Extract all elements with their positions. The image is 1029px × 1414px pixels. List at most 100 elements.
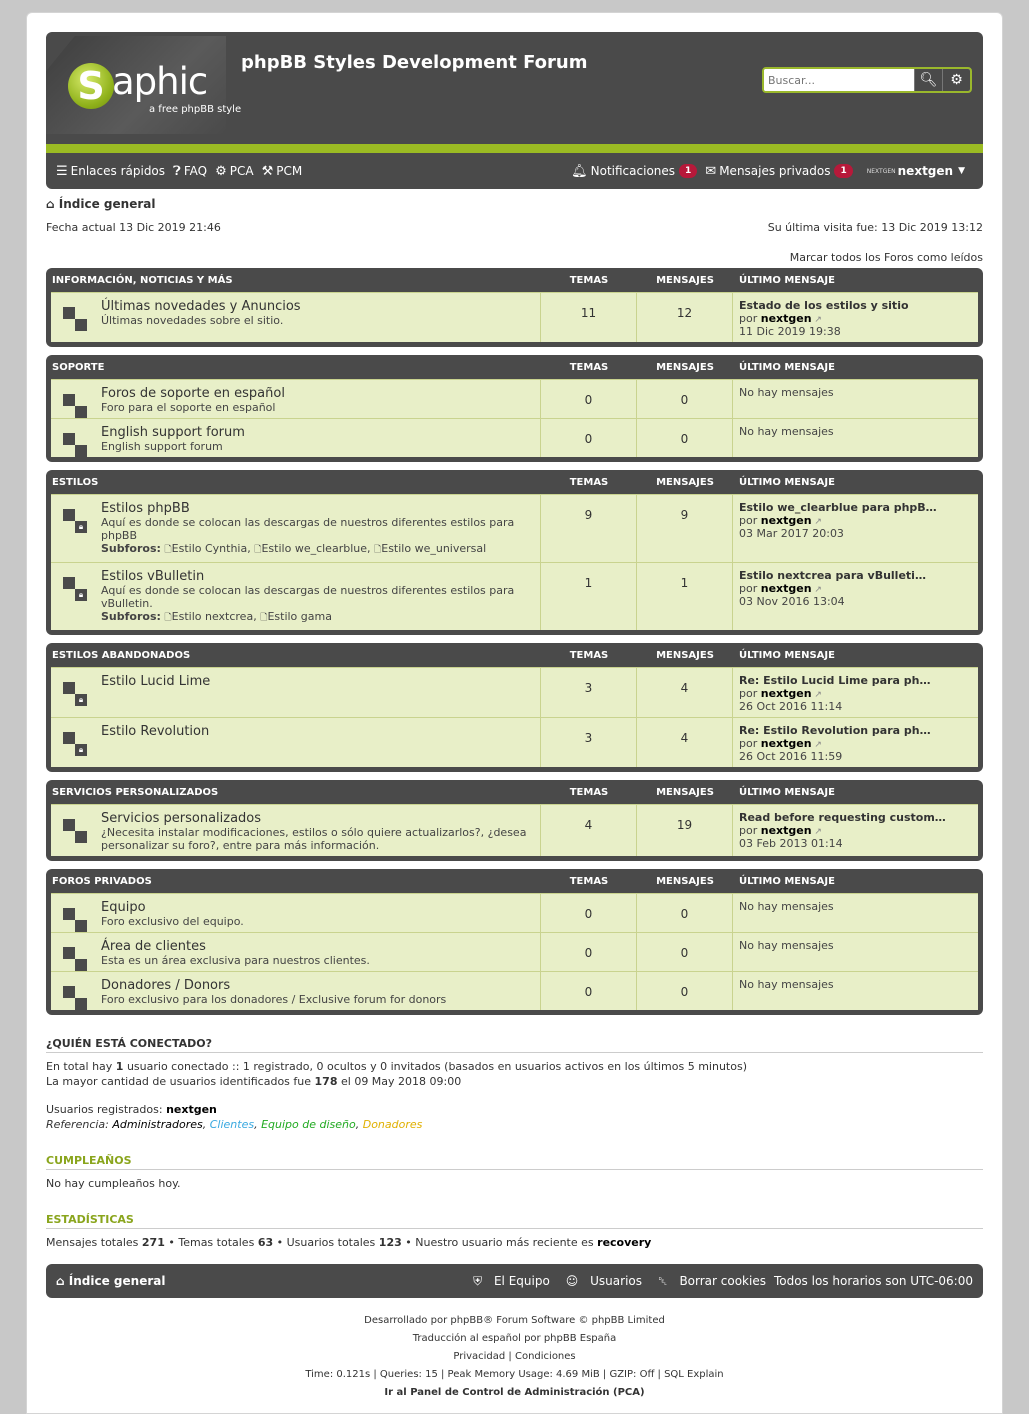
- user-menu[interactable]: NEXTGEN nextgen ▼: [861, 164, 965, 178]
- forum-title-link[interactable]: Estilo Revolution: [101, 724, 532, 739]
- gavel-icon: ⚒: [261, 163, 274, 179]
- site-header: S aphic a free phpBB style phpBB Styles …: [46, 32, 983, 144]
- footer-index-link[interactable]: ⌂ Índice general: [56, 1274, 165, 1288]
- category-title[interactable]: FOROS PRIVADOS: [51, 876, 541, 887]
- column-posts: MENSAJES: [656, 361, 714, 373]
- goto-post-icon[interactable]: ↗: [812, 517, 822, 527]
- author-link[interactable]: nextgen: [761, 687, 812, 700]
- column-topics: TEMAS: [569, 274, 609, 286]
- last-post-title[interactable]: Estilo we_clearblue para phpB…: [739, 501, 972, 514]
- forum-title-link[interactable]: Estilos phpBB: [101, 501, 532, 516]
- group-legend-item[interactable]: Donadores: [363, 1118, 423, 1131]
- private-messages-link[interactable]: ✉ Mensajes privados 1: [705, 163, 853, 179]
- logo-text[interactable]: aphic: [112, 60, 208, 103]
- topics-count: 4: [541, 805, 637, 856]
- subforum-link[interactable]: Estilo gama: [267, 610, 332, 623]
- forum-row: 🔒︎ Estilos vBulletin Aquí es donde se colo…: [51, 562, 978, 630]
- author-link[interactable]: nextgen: [761, 824, 812, 837]
- forum-status-icon: [61, 908, 89, 932]
- mark-forums-read-link[interactable]: Marcar todos los Foros como leídos: [46, 251, 983, 264]
- inbox-icon: ✉: [705, 163, 717, 179]
- forum-status-icon: [61, 433, 89, 457]
- topics-count: 3: [541, 668, 637, 717]
- forum-title-link[interactable]: Servicios personalizados: [101, 811, 532, 826]
- category-title[interactable]: ESTILOS ABANDONADOS: [51, 650, 541, 661]
- forum-title-link[interactable]: Donadores / Donors: [101, 978, 532, 993]
- author-link[interactable]: nextgen: [761, 312, 812, 325]
- translation-credit[interactable]: Traducción al español por phpBB España: [46, 1330, 983, 1348]
- forum-info: Donadores / Donors Foro exclusivo para lo…: [51, 972, 541, 1010]
- category-title[interactable]: ESTILOS: [51, 477, 541, 488]
- mcp-link[interactable]: ⚒ PCM: [262, 164, 303, 179]
- last-post-title[interactable]: Re: Estilo Revolution para ph…: [739, 724, 972, 737]
- author-link[interactable]: nextgen: [761, 582, 812, 595]
- forum-title-link[interactable]: Equipo: [101, 900, 532, 915]
- forum-description: Últimas novedades sobre el sitio.: [101, 314, 284, 327]
- acp-footer-link[interactable]: Ir al Panel de Control de Administración…: [46, 1384, 983, 1402]
- online-heading[interactable]: ¿QUIÉN ESTÁ CONECTADO?: [46, 1037, 983, 1053]
- search-input[interactable]: [764, 69, 914, 91]
- last-post-title[interactable]: Re: Estilo Lucid Lime para ph…: [739, 674, 972, 687]
- forum-title-link[interactable]: Estilos vBulletin: [101, 569, 532, 584]
- birthdays-heading: CUMPLEAÑOS: [46, 1154, 983, 1170]
- category-title[interactable]: SERVICIOS PERSONALIZADOS: [51, 787, 541, 798]
- goto-post-icon[interactable]: ↗: [812, 740, 822, 750]
- forum-title-link[interactable]: Foros de soporte en español: [101, 386, 532, 401]
- group-legend-item[interactable]: Administradores: [112, 1118, 202, 1131]
- subforum-link[interactable]: Estilo we_clearblue,: [261, 542, 370, 555]
- last-post-title[interactable]: Estilo nextcrea para vBulleti…: [739, 569, 972, 582]
- author-link[interactable]: nextgen: [761, 737, 812, 750]
- goto-post-icon[interactable]: ↗: [812, 585, 822, 595]
- newest-user-link[interactable]: recovery: [597, 1236, 651, 1249]
- nav-bar: ☰ Enlaces rápidos ❓︎ FAQ ⚙ PCA ⚒ PCM 🔔︎ Notif…: [46, 153, 983, 189]
- breadcrumb[interactable]: ⌂ Índice general: [46, 197, 983, 211]
- quick-links-menu[interactable]: ☰ Enlaces rápidos: [56, 164, 165, 179]
- group-legend-item[interactable]: Equipo de diseño: [261, 1118, 356, 1131]
- forum-title-link[interactable]: Últimas novedades y Anuncios: [101, 299, 532, 314]
- last-post-title[interactable]: Estado de los estilos y sitio: [739, 299, 972, 312]
- posts-count: 0: [637, 380, 733, 418]
- bell-icon: 🔔︎: [571, 163, 588, 179]
- subforum-link[interactable]: Estilo we_universal: [381, 542, 486, 555]
- faq-link[interactable]: ❓︎ FAQ: [173, 164, 207, 179]
- category-title[interactable]: SOPORTE: [51, 362, 541, 373]
- category-title[interactable]: INFORMACIÓN, NOTICIAS Y MÁS: [51, 275, 541, 286]
- forum-title-link[interactable]: Estilo Lucid Lime: [101, 674, 532, 689]
- no-posts: No hay mensajes: [739, 939, 834, 952]
- delete-cookies-link[interactable]: ␡ Borrar cookies: [650, 1274, 766, 1289]
- online-user-link[interactable]: nextgen: [166, 1103, 217, 1116]
- forum-title-link[interactable]: English support forum: [101, 425, 532, 440]
- forum-info: 🔒︎ Estilos phpBB Aquí es donde se colocan …: [51, 495, 541, 562]
- acp-link[interactable]: ⚙ PCA: [215, 164, 253, 179]
- group-legend-item[interactable]: Clientes: [210, 1118, 254, 1131]
- team-link[interactable]: ⛨ El Equipo: [465, 1274, 550, 1289]
- group-legend: Referencia: Administradores, Clientes, E…: [46, 1118, 423, 1131]
- goto-post-icon[interactable]: ↗: [812, 827, 822, 837]
- column-topics: TEMAS: [569, 875, 609, 887]
- copyright-phpbb[interactable]: Desarrollado por phpBB® Forum Software ©…: [46, 1312, 983, 1330]
- last-post: No hay mensajes: [733, 894, 978, 932]
- logo-subtitle: a free phpBB style: [149, 104, 242, 115]
- subforum-link[interactable]: Estilo nextcrea,: [172, 610, 257, 623]
- forum-info: 🔒︎ Estilo Lucid Lime: [51, 668, 541, 717]
- column-topics: TEMAS: [569, 649, 609, 661]
- forum-description: Foro exclusivo para los donadores / Excl…: [101, 993, 447, 1006]
- logo-mark[interactable]: S: [68, 63, 114, 109]
- caret-down-icon: ▼: [958, 166, 965, 176]
- search-icon[interactable]: 🔍︎: [914, 69, 942, 91]
- notifications-link[interactable]: 🔔︎ Notificaciones 1: [571, 163, 698, 179]
- goto-post-icon[interactable]: ↗: [812, 690, 822, 700]
- time-info: Fecha actual 13 Dic 2019 21:46 Su última…: [46, 221, 983, 234]
- last-post-title[interactable]: Read before requesting custom…: [739, 811, 972, 824]
- users-link[interactable]: ☺ Usuarios: [558, 1274, 642, 1288]
- author-link[interactable]: nextgen: [761, 514, 812, 527]
- forum-info: Equipo Foro exclusivo del equipo.: [51, 894, 541, 932]
- last-post-date: 03 Nov 2016 13:04: [739, 595, 845, 608]
- gear-icon[interactable]: ⚙: [942, 69, 970, 91]
- subforum-link[interactable]: Estilo Cynthia,: [172, 542, 251, 555]
- menu-icon: ☰: [56, 163, 68, 179]
- privacy-terms-links[interactable]: Privacidad | Condiciones: [46, 1348, 983, 1366]
- last-post-date: 11 Dic 2019 19:38: [739, 325, 841, 338]
- forum-title-link[interactable]: Área de clientes: [101, 939, 532, 954]
- goto-post-icon[interactable]: ↗: [812, 315, 822, 325]
